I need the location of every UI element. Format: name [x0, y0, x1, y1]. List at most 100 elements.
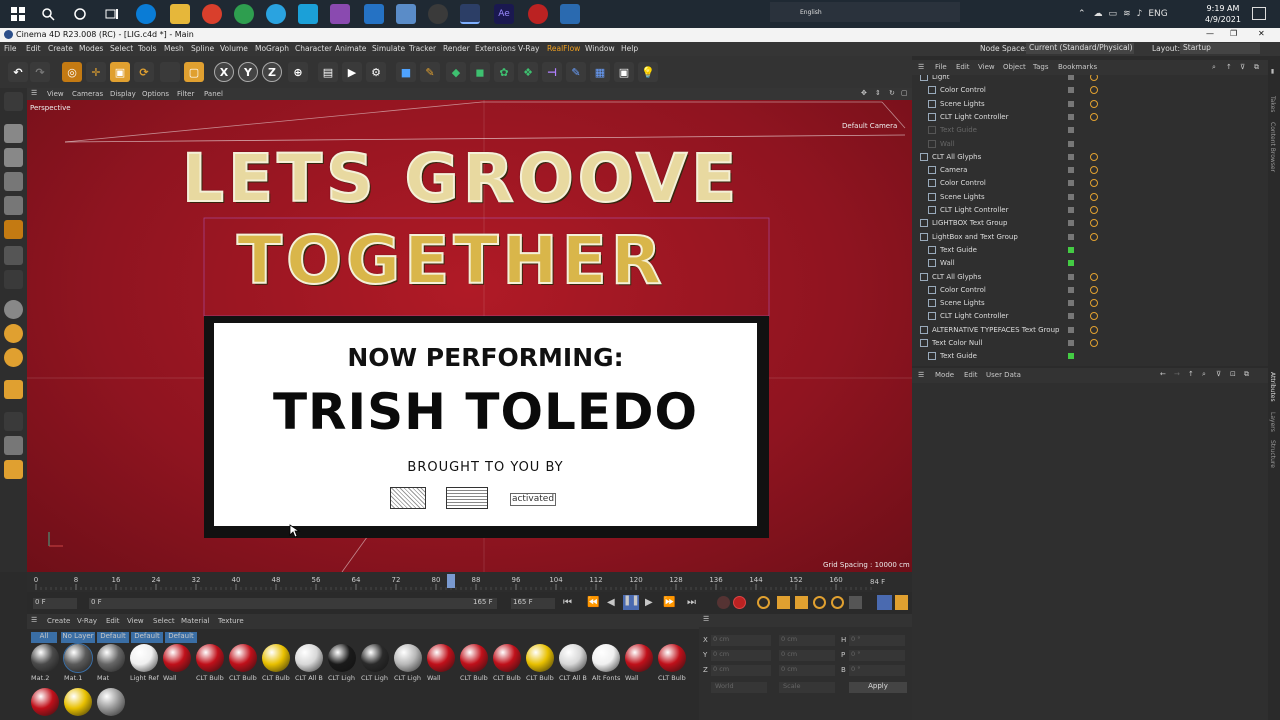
object-name[interactable]: Wall [940, 259, 955, 267]
material-swatch[interactable] [31, 644, 59, 672]
visibility-dot[interactable] [1068, 300, 1074, 307]
coords-hamburger-icon[interactable]: ☰ [703, 615, 709, 623]
filter-default-2[interactable]: Default [131, 632, 163, 643]
objmgr-hamburger-icon[interactable]: ☰ [918, 63, 924, 71]
keyframe-selection-icon[interactable] [757, 596, 770, 609]
file-explorer-icon[interactable] [170, 4, 190, 24]
object-row[interactable]: Scene Lights [912, 98, 1252, 111]
battery-icon[interactable]: ▭ [1109, 9, 1118, 19]
object-name[interactable]: LightBox and Text Group [932, 233, 1018, 241]
objmgr-menu-object[interactable]: Object [1003, 63, 1026, 71]
notifications-icon[interactable] [1252, 7, 1266, 20]
protection-tag-icon[interactable] [1090, 86, 1098, 95]
close-button[interactable]: ✕ [1258, 29, 1265, 38]
tab-layers[interactable]: Layers [1269, 412, 1276, 432]
tab-structure[interactable]: Structure [1269, 440, 1276, 468]
menu-tracker[interactable]: Tracker [409, 44, 436, 53]
menu-realflow[interactable]: RealFlow [547, 44, 580, 53]
material-menu-vray[interactable]: V-Ray [77, 617, 97, 625]
snap-settings-icon[interactable] [4, 324, 23, 343]
object-row[interactable]: Color Control [912, 84, 1252, 97]
app-icon-screen[interactable] [560, 4, 580, 24]
size-x-field[interactable]: 0 cm [779, 635, 835, 646]
app-icon-green[interactable] [234, 4, 254, 24]
material-label[interactable]: CLT Bulb [262, 674, 292, 682]
node-space-dropdown[interactable]: Current (Standard/Physical) [1026, 43, 1134, 54]
material-label[interactable]: Mat.2 [31, 674, 61, 682]
objmgr-menu-bookmarks[interactable]: Bookmarks [1058, 63, 1097, 71]
camera-object-icon[interactable]: ▣ [614, 62, 634, 82]
rotate-tool-icon[interactable]: ⟳ [134, 62, 154, 82]
coordinate-system-icon[interactable]: ⊕ [288, 62, 308, 82]
3d-viewport[interactable]: Perspective Default Camera Grid Spacing … [27, 100, 912, 572]
material-label[interactable]: Light Ref [130, 674, 160, 682]
viewport-rotate-icon[interactable]: ↻ [889, 89, 895, 97]
visibility-dot[interactable] [1068, 87, 1074, 94]
task-view-icon[interactable] [102, 4, 122, 24]
viewport-move-icon[interactable]: ✥ [861, 89, 867, 97]
material-swatch[interactable] [559, 644, 587, 672]
app-icon-lightblue[interactable] [396, 4, 416, 24]
preview-range-bar[interactable]: 0 F [89, 598, 497, 609]
attr-search-icon[interactable]: ⌕ [1202, 370, 1206, 379]
filter-no-layer[interactable]: No Layer [61, 632, 95, 643]
volume-icon[interactable]: ♪ [1137, 9, 1143, 19]
points-mode-icon[interactable] [4, 172, 23, 191]
record-keys-icon[interactable] [717, 596, 730, 609]
attr-menu-userdata[interactable]: User Data [986, 371, 1021, 379]
cloner-icon[interactable]: ✿ [494, 62, 514, 82]
material-label[interactable]: Wall [427, 674, 457, 682]
prev-frame-icon[interactable]: ◀ [607, 597, 615, 608]
protection-tag-icon[interactable] [1090, 206, 1098, 214]
menu-file[interactable]: File [4, 44, 17, 53]
object-row[interactable]: CLT All Glyphs [912, 151, 1252, 164]
menu-mograph[interactable]: MoGraph [255, 44, 289, 53]
material-menu-create[interactable]: Create [47, 617, 70, 625]
visibility-dot[interactable] [1068, 75, 1074, 80]
pause-button[interactable]: ❚❚ [623, 595, 640, 610]
material-swatch[interactable] [97, 688, 125, 716]
object-name[interactable]: LIGHTBOX Text Group [932, 219, 1007, 227]
object-name[interactable]: CLT Light Controller [940, 312, 1008, 320]
edges-mode-icon[interactable] [4, 196, 23, 215]
floor-icon[interactable]: ▦ [590, 62, 610, 82]
solo-icon[interactable] [4, 412, 23, 431]
visibility-dot[interactable] [1068, 220, 1074, 227]
prev-key-icon[interactable]: ⏪ [587, 597, 599, 608]
objmgr-menu-edit[interactable]: Edit [956, 63, 970, 71]
coord-z-field[interactable]: 0 cm [711, 665, 771, 676]
layout-dropdown[interactable]: Startup [1180, 43, 1260, 54]
object-name[interactable]: Scene Lights [940, 100, 985, 108]
attr-up-icon[interactable]: ↑ [1188, 370, 1194, 378]
material-swatch[interactable] [229, 644, 257, 672]
render-picture-viewer-icon[interactable]: ▶ [342, 62, 362, 82]
menu-window[interactable]: Window [585, 44, 615, 53]
menu-select[interactable]: Select [110, 44, 133, 53]
size-y-field[interactable]: 0 cm [779, 650, 835, 661]
material-label[interactable]: CLT Bulb [493, 674, 523, 682]
clock[interactable]: 9:19 AM 4/9/2021 [1200, 3, 1246, 25]
param-key-icon[interactable] [831, 596, 844, 609]
object-row[interactable]: Scene Lights [912, 191, 1252, 204]
coord-y-field[interactable]: 0 cm [711, 650, 771, 661]
material-label[interactable]: CLT Bulb [658, 674, 688, 682]
search-icon[interactable] [38, 4, 58, 24]
app-icon-blue[interactable] [364, 4, 384, 24]
goto-start-icon[interactable]: ⏮ [563, 597, 572, 608]
object-name[interactable]: Text Color Null [932, 339, 982, 347]
quantize-icon[interactable] [4, 348, 23, 367]
polygons-mode-icon[interactable] [4, 220, 23, 239]
protection-tag-icon[interactable] [1090, 272, 1098, 281]
after-effects-icon[interactable]: Ae [494, 4, 514, 24]
attr-back-icon[interactable]: ← [1160, 370, 1166, 378]
rot-p-field[interactable]: 0 ° [849, 650, 905, 661]
object-name[interactable]: CLT All Glyphs [932, 273, 981, 281]
material-swatch[interactable] [163, 644, 191, 672]
menu-mesh[interactable]: Mesh [164, 44, 184, 53]
scale-tool-icon[interactable]: ▣ [110, 62, 130, 82]
render-view-icon[interactable]: ▤ [318, 62, 338, 82]
material-swatch[interactable] [31, 688, 59, 716]
object-row[interactable]: CLT Light Controller [912, 310, 1252, 323]
viewport-hamburger-icon[interactable]: ☰ [31, 89, 37, 97]
tab-attributes[interactable]: Attributes [1269, 372, 1276, 402]
